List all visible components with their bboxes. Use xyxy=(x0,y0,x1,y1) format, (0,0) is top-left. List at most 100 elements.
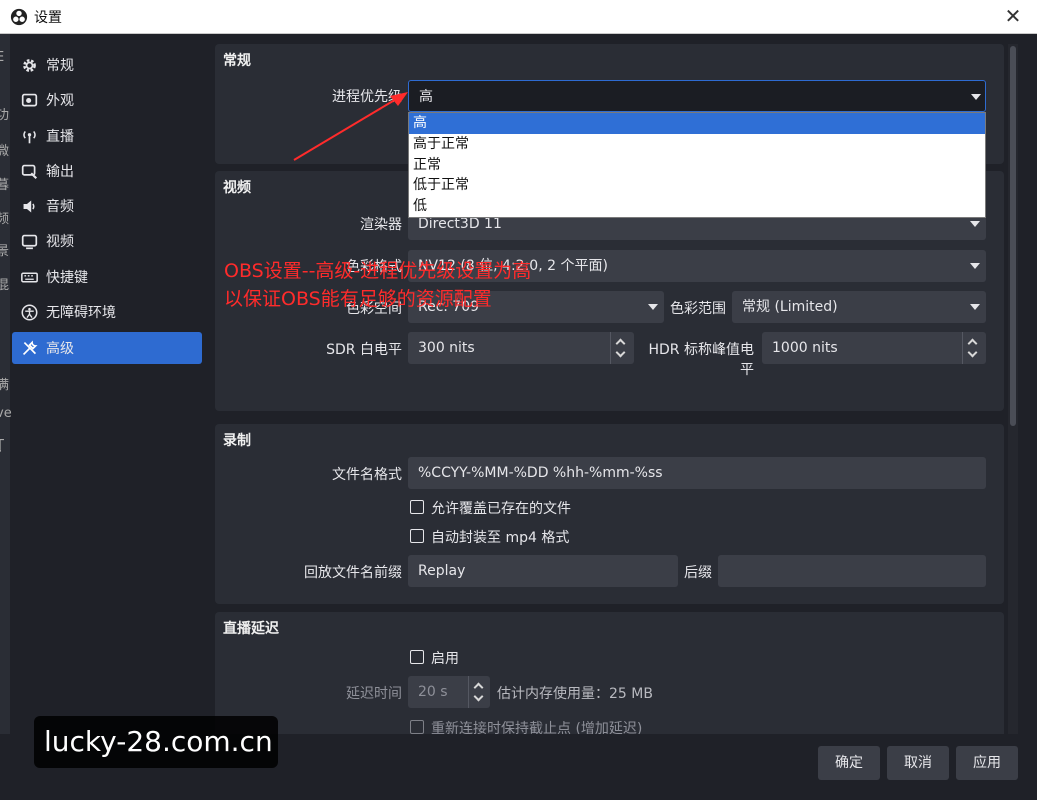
delay-time-value: 20 s xyxy=(418,684,448,700)
priority-option[interactable]: 低于正常 xyxy=(409,175,985,196)
stream-icon xyxy=(20,127,38,145)
filename-format-label: 文件名格式 xyxy=(332,467,402,483)
background-app-strip: E 功 微 暮 频 景 混 ( 满 ve Ţ xyxy=(0,34,12,800)
preserve-cutoff-checkbox[interactable] xyxy=(410,720,424,734)
strip-glyph: 景 xyxy=(0,244,10,259)
close-icon[interactable]: ✕ xyxy=(1001,4,1025,28)
cancel-button[interactable]: 取消 xyxy=(887,746,949,780)
sidebar-item-label: 输出 xyxy=(46,164,74,180)
obs-logo-icon xyxy=(10,8,28,26)
sidebar-item-general[interactable]: 常规 xyxy=(12,49,202,81)
strip-glyph: Ţ xyxy=(0,438,4,453)
filename-format-value: %CCYY-%MM-%DD %hh-%mm-%ss xyxy=(418,465,663,481)
strip-glyph: ( xyxy=(0,338,1,353)
group-title: 录制 xyxy=(223,433,251,449)
annotation-arrow-icon xyxy=(293,92,408,161)
chevron-down-icon xyxy=(648,304,658,310)
appearance-icon xyxy=(20,91,38,109)
chevron-down-icon xyxy=(970,304,980,310)
color-range-label: 色彩范围 xyxy=(670,301,726,317)
tools-icon xyxy=(20,339,38,357)
keyboard-icon xyxy=(20,268,38,286)
enable-delay-label: 启用 xyxy=(431,651,459,667)
renderer-label: 渲染器 xyxy=(360,217,402,233)
priority-dropdown-list: 高 高于正常 正常 低于正常 低 xyxy=(408,112,986,218)
automux-checkbox-label: 自动封装至 mp4 格式 xyxy=(431,530,570,546)
annotation-line: 以保证OBS能有足够的资源配置 xyxy=(224,288,492,310)
ok-button[interactable]: 确定 xyxy=(818,746,880,780)
suffix-label: 后缀 xyxy=(684,565,712,581)
delay-time-label: 延迟时间 xyxy=(346,686,402,702)
renderer-select-value: Direct3D 11 xyxy=(418,216,502,232)
sdr-white-level-spinbox[interactable]: 300 nits xyxy=(408,332,634,364)
strip-glyph: 满 xyxy=(0,378,10,393)
priority-option[interactable]: 低 xyxy=(409,196,985,217)
filename-format-input[interactable]: %CCYY-%MM-%DD %hh-%mm-%ss xyxy=(408,457,986,489)
sidebar-item-hotkeys[interactable]: 快捷键 xyxy=(12,261,202,293)
strip-glyph: E xyxy=(0,50,5,65)
priority-select-value: 高 xyxy=(419,89,433,105)
watermark: lucky-28.com.cn xyxy=(34,716,278,768)
priority-option[interactable]: 正常 xyxy=(409,155,985,176)
content-scrollbar[interactable] xyxy=(1008,44,1018,734)
strip-glyph: 暮 xyxy=(0,178,10,193)
sidebar-item-accessibility[interactable]: 无障碍环境 xyxy=(12,296,202,328)
sidebar-item-label: 无障碍环境 xyxy=(46,305,116,321)
accessibility-icon xyxy=(20,303,38,321)
delay-time-spinbox[interactable]: 20 s xyxy=(408,676,490,708)
sidebar-item-video[interactable]: 视频 xyxy=(12,225,202,257)
suffix-input[interactable] xyxy=(718,555,986,587)
sdr-white-level-label: SDR 白电平 xyxy=(326,342,402,358)
overwrite-checkbox-label: 允许覆盖已存在的文件 xyxy=(431,501,571,517)
apply-button[interactable]: 应用 xyxy=(956,746,1018,780)
sidebar-item-audio[interactable]: 音频 xyxy=(12,190,202,222)
sidebar-item-output[interactable]: 输出 xyxy=(12,155,202,187)
priority-select[interactable]: 高 xyxy=(408,80,986,112)
priority-option[interactable]: 高 xyxy=(409,113,985,134)
sidebar-item-appearance[interactable]: 外观 xyxy=(12,84,202,116)
gear-icon xyxy=(20,56,38,74)
spin-buttons[interactable] xyxy=(610,332,632,364)
audio-icon xyxy=(20,197,38,215)
chevron-down-icon xyxy=(971,94,981,100)
sidebar-item-label: 外观 xyxy=(46,93,74,109)
spin-buttons[interactable] xyxy=(468,676,490,708)
hdr-peak-level-value: 1000 nits xyxy=(772,340,838,356)
sidebar-item-label: 音频 xyxy=(46,199,74,215)
enable-delay-checkbox[interactable] xyxy=(410,650,424,664)
chevron-down-icon xyxy=(970,263,980,269)
strip-glyph: 功 xyxy=(0,108,10,123)
overwrite-checkbox[interactable] xyxy=(410,500,424,514)
replay-prefix-label: 回放文件名前缀 xyxy=(304,565,402,581)
strip-glyph: 频 xyxy=(0,212,10,227)
priority-option[interactable]: 高于正常 xyxy=(409,134,985,155)
group-stream-delay: 直播延迟 xyxy=(215,612,1004,734)
sidebar-item-label: 常规 xyxy=(46,58,74,74)
color-range-select-value: 常规 (Limited) xyxy=(742,299,838,315)
sidebar-item-label: 快捷键 xyxy=(46,270,88,286)
strip-glyph: 微 xyxy=(0,144,10,159)
title-bar: 设置 ✕ xyxy=(0,0,1037,34)
annotation-line: OBS设置--高级-进程优先级设置为高 xyxy=(224,260,532,282)
replay-prefix-value: Replay xyxy=(418,563,466,579)
sidebar-item-label: 高级 xyxy=(46,341,74,357)
group-title: 视频 xyxy=(223,180,251,196)
hdr-peak-level-spinbox[interactable]: 1000 nits xyxy=(762,332,986,364)
annotation-text: OBS设置--高级-进程优先级设置为高 以保证OBS能有足够的资源配置 xyxy=(224,257,531,313)
sidebar-item-advanced[interactable]: 高级 xyxy=(12,332,202,364)
output-icon xyxy=(20,162,38,180)
scrollbar-thumb[interactable] xyxy=(1010,46,1016,426)
color-range-select[interactable]: 常规 (Limited) xyxy=(732,291,986,323)
replay-prefix-input[interactable]: Replay xyxy=(408,555,678,587)
memory-estimate: 估计内存使用量：25 MB xyxy=(497,686,653,702)
automux-checkbox[interactable] xyxy=(410,529,424,543)
group-title: 直播延迟 xyxy=(223,621,279,637)
chevron-down-icon xyxy=(970,221,980,227)
video-icon xyxy=(20,232,38,250)
spin-buttons[interactable] xyxy=(962,332,984,364)
sidebar-item-stream[interactable]: 直播 xyxy=(12,120,202,152)
sidebar-item-label: 视频 xyxy=(46,234,74,250)
sidebar-item-label: 直播 xyxy=(46,129,74,145)
hdr-peak-level-label: HDR 标称峰值电平 xyxy=(648,342,755,378)
strip-glyph: 混 xyxy=(0,278,10,293)
